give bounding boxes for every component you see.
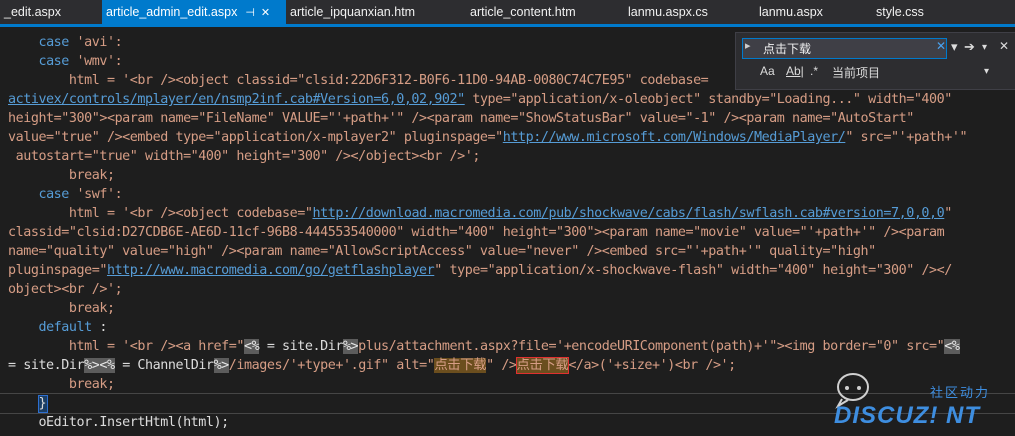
code-line: oEditor.InsertHtml(html); bbox=[8, 415, 229, 430]
tab-article-content-htm[interactable]: article_content.htm bbox=[470, 0, 576, 24]
regex-toggle[interactable]: .* bbox=[810, 64, 818, 78]
close-icon[interactable]: ✕ bbox=[999, 39, 1009, 53]
code-link[interactable]: activex/controls/mplayer/en/nsmp2inf.cab… bbox=[8, 92, 465, 107]
find-input[interactable]: ▸ 点击下载 ✕ bbox=[742, 38, 947, 59]
code-line: } bbox=[8, 396, 47, 411]
code-link[interactable]: http://www.macromedia.com/go/getflashpla… bbox=[107, 263, 435, 278]
tab-label: article_admin_edit.aspx bbox=[106, 5, 238, 19]
document-tab-bar: _edit.aspx article_admin_edit.aspx ⊣ ✕ art… bbox=[0, 0, 1015, 27]
find-scope-select[interactable]: 当前项目 bbox=[832, 64, 880, 81]
tab-lanmu-aspx-cs[interactable]: lanmu.aspx.cs bbox=[628, 0, 708, 24]
code-line: break; bbox=[8, 168, 115, 183]
code-line: name="quality" value="high" /><param nam… bbox=[8, 244, 876, 259]
chevron-down-icon[interactable]: ▾ bbox=[984, 66, 989, 77]
code-line: value="true" /><embed type="application/… bbox=[8, 130, 968, 145]
code-line: case 'wmv': bbox=[38, 54, 123, 69]
code-line: html = '<br /><object classid="clsid:22D… bbox=[8, 73, 709, 88]
pin-icon[interactable]: ⊣ bbox=[245, 7, 255, 19]
tab-style-css[interactable]: style.css bbox=[876, 0, 924, 24]
tab-label: _edit.aspx bbox=[4, 5, 61, 19]
code-line: break; bbox=[8, 301, 115, 316]
expand-replace-icon[interactable]: ▸ bbox=[745, 39, 751, 52]
tab-article-ipquanxian-htm[interactable]: article_ipquanxian.htm bbox=[290, 0, 415, 24]
code-line: html = '<br /><object codebase="http://d… bbox=[8, 206, 952, 221]
watermark-text-cn: 社区动力 bbox=[930, 385, 991, 400]
code-line: case 'swf': bbox=[38, 187, 123, 202]
tab-label: lanmu.aspx.cs bbox=[628, 5, 708, 19]
discuz-watermark-logo: 社区动力 DISCUZ! NT bbox=[828, 368, 1008, 432]
code-line: = site.Dir%><% = ChannelDir%>/images/'+t… bbox=[8, 357, 736, 374]
tab-article-admin-edit-aspx[interactable]: article_admin_edit.aspx ⊣ ✕ bbox=[102, 0, 286, 24]
find-panel: ▸ 点击下载 ✕ ▾ ➔ ▾ ✕ Aa Ab| .* 当前项目 ▾ bbox=[735, 32, 1015, 90]
code-line: activex/controls/mplayer/en/nsmp2inf.cab… bbox=[8, 92, 952, 107]
code-line: break; bbox=[8, 377, 115, 392]
code-link[interactable]: http://www.microsoft.com/Windows/MediaPl… bbox=[503, 130, 846, 145]
find-value: 点击下载 bbox=[763, 42, 812, 56]
code-line: pluginspage="http://www.macromedia.com/g… bbox=[8, 263, 952, 278]
code-line: height="300"><param name="FileName" VALU… bbox=[8, 111, 914, 126]
code-line: classid="clsid:D27CDB6E-AE6D-11cf-96B8-4… bbox=[8, 225, 945, 240]
find-next-button[interactable]: ➔ bbox=[964, 39, 975, 55]
clear-icon[interactable]: ✕ bbox=[936, 39, 946, 53]
whole-word-toggle[interactable]: Ab| bbox=[786, 64, 804, 78]
watermark-text-en: DISCUZ! NT bbox=[834, 402, 980, 429]
code-line: html = '<br /><a href="<% = site.Dir%>pl… bbox=[8, 339, 960, 354]
code-link[interactable]: http://download.macromedia.com/pub/shock… bbox=[312, 206, 944, 221]
code-line: autostart="true" width="400" height="300… bbox=[8, 149, 481, 164]
find-history-dropdown-icon[interactable]: ▾ bbox=[951, 39, 958, 55]
tab-edit-aspx[interactable]: _edit.aspx bbox=[4, 0, 61, 24]
match-case-toggle[interactable]: Aa bbox=[760, 64, 775, 78]
tab-lanmu-aspx[interactable]: lanmu.aspx bbox=[759, 0, 823, 24]
code-line: case 'avi': bbox=[38, 35, 123, 50]
find-options-dropdown-icon[interactable]: ▾ bbox=[982, 42, 987, 53]
search-match: 点击下载 bbox=[434, 358, 487, 373]
search-match-current: 点击下载 bbox=[515, 357, 570, 374]
tab-label: article_content.htm bbox=[470, 5, 576, 19]
code-line: default : bbox=[38, 320, 107, 335]
code-line: object><br />'; bbox=[8, 282, 123, 297]
tab-label: article_ipquanxian.htm bbox=[290, 5, 416, 19]
tab-label: lanmu.aspx bbox=[759, 5, 823, 19]
close-icon[interactable]: ✕ bbox=[261, 7, 270, 19]
tab-label: style.css bbox=[876, 5, 924, 19]
